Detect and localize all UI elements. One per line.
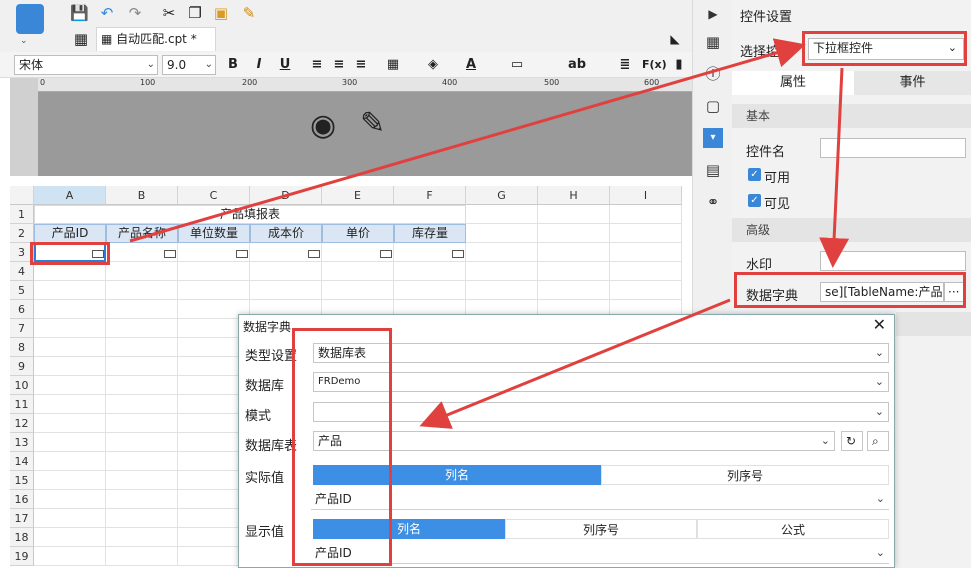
arrow-widget-to-dictionary (819, 67, 850, 268)
arrow-dictionary-to-dialog (419, 298, 731, 429)
arrow-cell-to-widget (129, 38, 806, 243)
annotation-arrows (129, 38, 850, 429)
